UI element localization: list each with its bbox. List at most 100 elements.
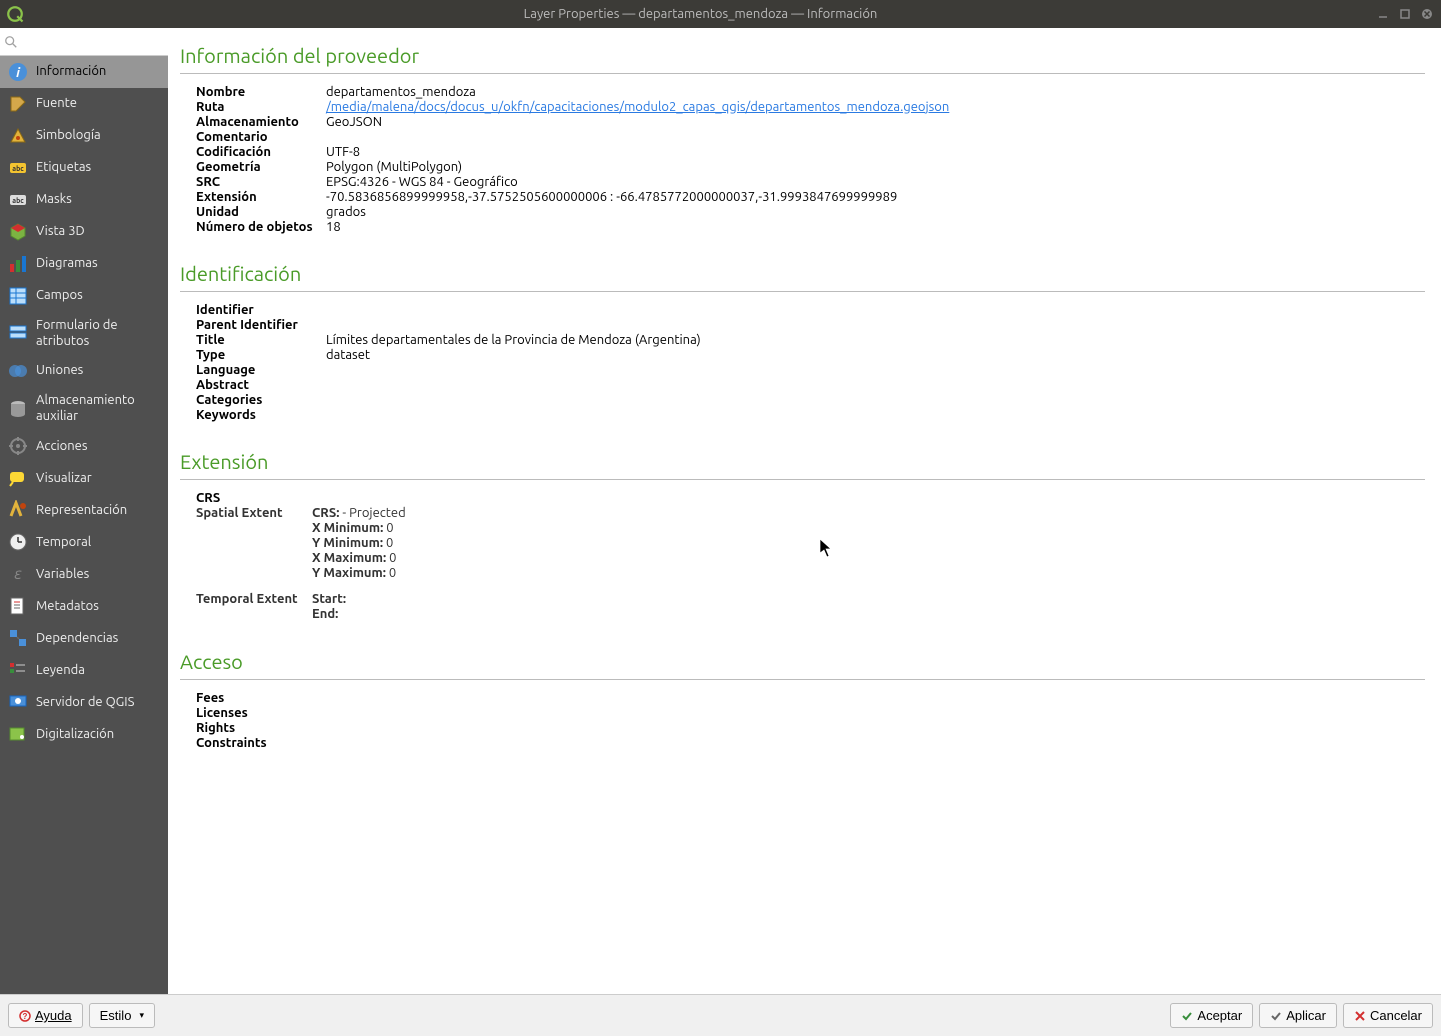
dependencies-icon [8,628,28,648]
sidebar-item-label: Almacenamiento auxiliar [36,393,160,424]
sidebar-item-fuente[interactable]: Fuente [0,88,168,120]
label-type: Type [196,348,326,362]
sidebar-item-acciones[interactable]: Acciones [0,430,168,462]
value-src: EPSG:4326 - WGS 84 - Geográfico [326,175,518,189]
sidebar-item-masks[interactable]: abc Masks [0,184,168,216]
label-xmin: X Minimum: [312,521,383,535]
help-button[interactable]: ? Ayuda [8,1003,83,1028]
sidebar-item-temporal[interactable]: Temporal [0,526,168,558]
svg-text:?: ? [23,1012,28,1021]
label-title: Title [196,333,326,347]
label-categories: Categories [196,393,326,407]
style-button[interactable]: Estilo ▾ [89,1003,155,1028]
symbology-icon [8,126,28,146]
sidebar-item-label: Formulario de atributos [36,318,160,349]
content-panel: Información del proveedor Nombredepartam… [168,28,1441,994]
sidebar-item-label: Leyenda [36,663,85,679]
label-comentario: Comentario [196,130,326,144]
masks-icon: abc [8,190,28,210]
label-constraints: Constraints [196,736,326,750]
sidebar-item-label: Uniones [36,363,83,379]
value-nombre: departamentos_mendoza [326,85,476,99]
sidebar-item-label: Metadatos [36,599,99,615]
label-spatial-crs: CRS: [312,506,339,520]
value-xmax: 0 [386,551,396,565]
label-fees: Fees [196,691,326,705]
fields-icon [8,286,28,306]
minimize-button[interactable] [1375,6,1391,22]
titlebar: Layer Properties — departamentos_mendoza… [0,0,1441,28]
value-ymax: 0 [386,566,396,580]
sidebar-item-label: Digitalización [36,727,114,743]
sidebar-item-label: Masks [36,192,72,208]
cancel-button[interactable]: Cancelar [1343,1003,1433,1028]
sidebar: i Información Fuente Simbología abc Etiq… [0,28,168,994]
sidebar-item-servidor[interactable]: Servidor de QGIS [0,686,168,718]
value-ruta: /media/malena/docs/docus_u/okfn/capacita… [326,100,949,114]
form-icon [8,324,28,344]
apply-label: Aplicar [1286,1008,1326,1023]
close-icon [1354,1010,1366,1022]
close-button[interactable] [1419,6,1435,22]
svg-text:ε: ε [14,565,22,583]
maximize-button[interactable] [1397,6,1413,22]
value-numobj: 18 [326,220,341,234]
legend-icon [8,660,28,680]
value-xmin: 0 [383,521,393,535]
label-src: SRC [196,175,326,189]
sidebar-item-dependencias[interactable]: Dependencias [0,622,168,654]
provider-table: Nombredepartamentos_mendoza Ruta/media/m… [196,84,1425,234]
view3d-icon [8,222,28,242]
sidebar-item-uniones[interactable]: Uniones [0,355,168,387]
label-identifier: Identifier [196,303,326,317]
label-temporal-extent: Temporal Extent [196,592,312,622]
value-extension: -70.5836856899999958,-37.575250560000000… [326,190,897,204]
sidebar-item-almacenamiento[interactable]: Almacenamiento auxiliar [0,387,168,430]
value-spatial-crs: - Projected [339,506,405,520]
sidebar-item-representacion[interactable]: Representación [0,494,168,526]
style-label: Estilo [100,1008,132,1023]
label-abstract: Abstract [196,378,326,392]
sidebar-item-vista3d[interactable]: Vista 3D [0,216,168,248]
divider [180,73,1425,74]
value-type: dataset [326,348,370,362]
sidebar-item-label: Acciones [36,439,88,455]
variables-icon: ε [8,564,28,584]
label-rights: Rights [196,721,326,735]
sidebar-item-label: Simbología [36,128,101,144]
temporal-extent-values: Start: End: [312,592,346,622]
accept-button[interactable]: Aceptar [1170,1003,1253,1028]
label-end: End: [312,607,338,621]
spatial-extent-values: CRS: - Projected X Minimum: 0 Y Minimum:… [312,506,406,581]
svg-text:abc: abc [12,197,24,205]
metadata-icon [8,596,28,616]
identification-table: Identifier Parent Identifier TitleLímite… [196,302,1425,422]
search-input[interactable] [18,33,181,51]
storage-icon [8,399,28,419]
sidebar-item-digitalizacion[interactable]: Digitalización [0,718,168,750]
sidebar-item-diagramas[interactable]: Diagramas [0,248,168,280]
svg-text:abc: abc [12,165,24,173]
server-icon [8,692,28,712]
section-title-access: Acceso [180,650,1425,673]
sidebar-item-label: Variables [36,567,89,583]
sidebar-item-label: Campos [36,288,83,304]
label-licenses: Licenses [196,706,326,720]
sidebar-item-variables[interactable]: ε Variables [0,558,168,590]
apply-button[interactable]: Aplicar [1259,1003,1337,1028]
label-unidad: Unidad [196,205,326,219]
sidebar-item-leyenda[interactable]: Leyenda [0,654,168,686]
label-numobj: Número de objetos [196,220,326,234]
sidebar-item-formulario[interactable]: Formulario de atributos [0,312,168,355]
link-ruta[interactable]: /media/malena/docs/docus_u/okfn/capacita… [326,100,949,114]
sidebar-item-simbologia[interactable]: Simbología [0,120,168,152]
sidebar-item-visualizar[interactable]: Visualizar [0,462,168,494]
sidebar-item-informacion[interactable]: i Información [0,56,168,88]
sidebar-item-label: Información [36,64,106,80]
label-xmax: X Maximum: [312,551,386,565]
sidebar-item-etiquetas[interactable]: abc Etiquetas [0,152,168,184]
diagrams-icon [8,254,28,274]
sidebar-item-campos[interactable]: Campos [0,280,168,312]
sidebar-item-label: Temporal [36,535,91,551]
sidebar-item-metadatos[interactable]: Metadatos [0,590,168,622]
